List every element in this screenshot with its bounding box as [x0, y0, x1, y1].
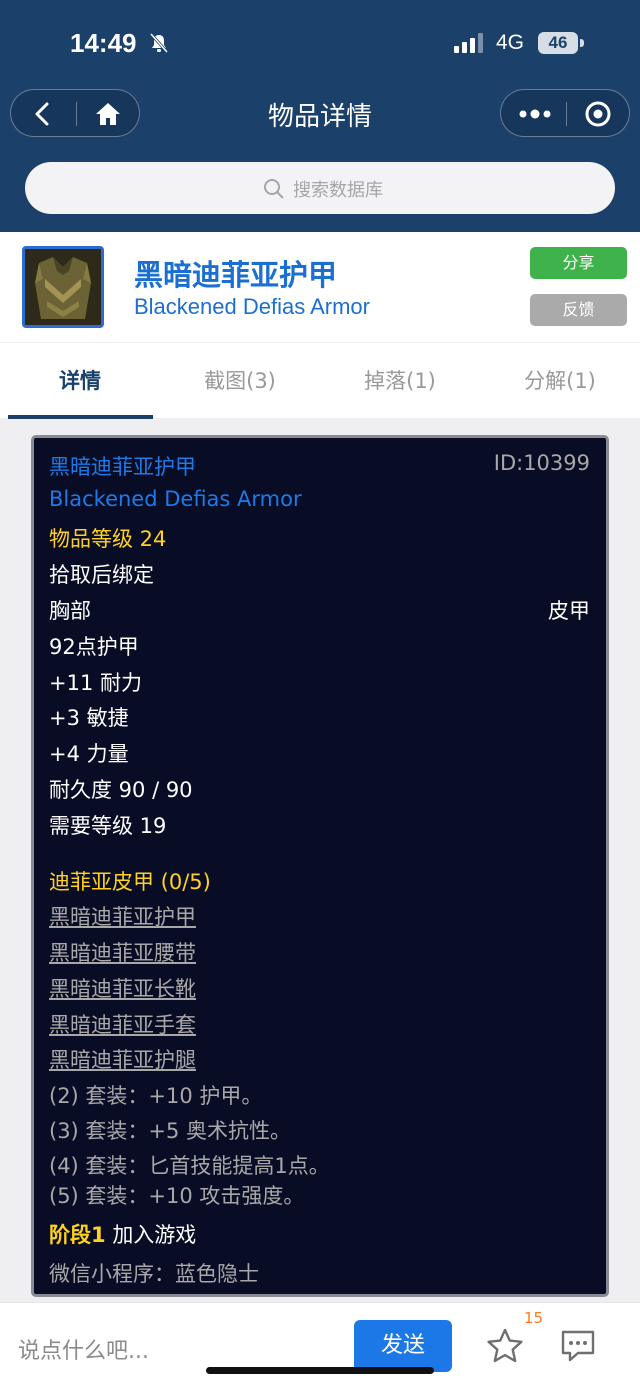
feedback-button[interactable]: 反馈: [530, 294, 627, 326]
tooltip-armor-type: 皮甲: [548, 599, 590, 623]
tooltip-item-level: 物品等级 24: [49, 527, 167, 551]
status-time: 14:49: [70, 28, 137, 58]
page-title: 物品详情: [267, 102, 372, 132]
active-tab-indicator: [8, 415, 153, 419]
tooltip-footer: 微信小程序：蓝色隐士: [49, 1262, 259, 1286]
tooltip-slot: 胸部: [49, 599, 91, 623]
tooltip-durability: 耐久度 90 / 90: [49, 778, 193, 802]
send-button[interactable]: 发送: [354, 1320, 452, 1372]
home-indicator: [206, 1367, 434, 1374]
bell-muted-icon: [149, 33, 169, 53]
tab-details[interactable]: 详情: [0, 365, 160, 395]
phase-label: 阶段1: [49, 1223, 106, 1247]
top-navigation: 14:49 4G 46 物品详情 搜索数据库: [0, 0, 640, 232]
star-count: 15: [524, 1309, 544, 1327]
tooltip-name-english: Blackened Defias Armor: [49, 487, 302, 511]
tooltip-name-chinese: 黑暗迪菲亚护甲: [49, 455, 196, 479]
tooltip-stat: +3 敏捷: [49, 706, 129, 730]
nav-right-capsule: [500, 89, 630, 137]
item-name-chinese: 黑暗迪菲亚护甲: [134, 258, 338, 292]
comment-input[interactable]: 说点什么吧...: [18, 1333, 149, 1365]
share-button[interactable]: 分享: [530, 247, 627, 279]
search-icon: [264, 179, 284, 199]
battery-tip: [580, 39, 584, 47]
tab-drops[interactable]: 掉落(1): [320, 365, 480, 395]
set-item-link[interactable]: 黑暗迪菲亚护腿: [49, 1044, 196, 1074]
status-bar: 14:49 4G 46: [0, 0, 640, 88]
phase-text: 加入游戏: [112, 1223, 197, 1247]
battery-indicator: 46: [538, 32, 578, 54]
tooltip-stat: +11 耐力: [49, 671, 142, 695]
back-icon[interactable]: [25, 98, 59, 130]
tooltip-set-name: 迪菲亚皮甲 (0/5): [49, 870, 211, 894]
tooltip-armor-value: 92点护甲: [49, 635, 139, 659]
signal-icon: [454, 33, 483, 53]
tooltip-phase: 阶段1 加入游戏: [49, 1219, 196, 1249]
tooltip-bind-type: 拾取后绑定: [49, 563, 154, 587]
capsule-divider: [566, 102, 567, 126]
set-item-link[interactable]: 黑暗迪菲亚长靴: [49, 973, 196, 1003]
tab-disenchant[interactable]: 分解(1): [480, 365, 640, 395]
tooltip-item-id: ID:10399: [493, 451, 590, 475]
tab-bar: 详情 截图(3) 掉落(1) 分解(1): [0, 342, 640, 419]
network-type: 4G: [496, 31, 525, 54]
set-item-link[interactable]: 黑暗迪菲亚护甲: [49, 901, 196, 931]
set-bonus: (4) 套装：匕首技能提高1点。: [49, 1154, 330, 1178]
item-name-english: Blackened Defias Armor: [134, 294, 370, 319]
set-bonus: (2) 套装：+10 护甲。: [49, 1084, 263, 1108]
armor-item-icon: [22, 246, 104, 328]
set-item-link[interactable]: 黑暗迪菲亚腰带: [49, 937, 196, 967]
capsule-divider: [76, 102, 77, 126]
tab-screenshots[interactable]: 截图(3): [160, 365, 320, 395]
set-bonus: (5) 套装：+10 攻击强度。: [49, 1184, 305, 1208]
nav-left-capsule: [10, 89, 140, 137]
target-icon[interactable]: [581, 98, 615, 130]
star-icon[interactable]: [486, 1327, 524, 1365]
set-bonus: (3) 套装：+5 奥术抗性。: [49, 1119, 292, 1143]
message-icon[interactable]: [558, 1327, 598, 1365]
more-icon[interactable]: [515, 98, 555, 130]
set-item-link[interactable]: 黑暗迪菲亚手套: [49, 1009, 196, 1039]
search-bar[interactable]: 搜索数据库: [25, 162, 615, 214]
tooltip-stat: +4 力量: [49, 742, 129, 766]
tooltip-required-level: 需要等级 19: [49, 814, 167, 838]
search-placeholder: 搜索数据库: [293, 180, 383, 201]
home-icon[interactable]: [91, 98, 125, 130]
item-tooltip-card: 黑暗迪菲亚护甲 ID:10399 Blackened Defias Armor …: [31, 435, 609, 1297]
bottom-comment-bar: 说点什么吧... 发送 15: [0, 1302, 640, 1387]
item-header: 黑暗迪菲亚护甲 Blackened Defias Armor 分享 反馈: [0, 232, 640, 342]
